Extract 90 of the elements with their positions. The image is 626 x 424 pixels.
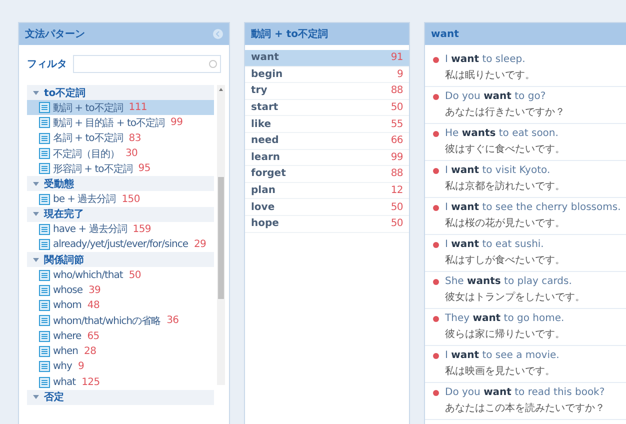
list-icon: [39, 330, 50, 342]
tree-item[interactable]: why 9: [27, 359, 214, 374]
clear-icon[interactable]: [209, 60, 217, 68]
panel-title: 動詞 + to不定詞: [251, 27, 328, 41]
verb-row[interactable]: love 50: [245, 199, 409, 216]
tree-item[interactable]: 不定詞（目的） 30: [27, 146, 214, 162]
japanese-translation: 私はすしが食べたいです。: [445, 254, 565, 267]
english-sentence: Do you want to read this book?: [445, 387, 605, 398]
tree-item[interactable]: who/which/that 50: [27, 267, 214, 283]
tree-item[interactable]: be + 過去分詞 150: [27, 191, 214, 207]
tree-group[interactable]: 否定: [27, 390, 214, 405]
tree-item[interactable]: whom/that/whichの省略 36: [27, 313, 214, 329]
list-icon: [39, 117, 50, 128]
tree-item[interactable]: 動詞 + 目的語 + to不定詞 99: [27, 115, 214, 131]
tree-item[interactable]: 名詞 + to不定詞 83: [27, 130, 214, 146]
list-icon: [39, 300, 50, 312]
list-icon: [39, 194, 50, 205]
scrollbar[interactable]: [217, 85, 225, 385]
tree-item[interactable]: where 65: [27, 328, 214, 344]
japanese-translation: 彼はすぐに食べたいです。: [445, 142, 565, 156]
tree-group[interactable]: to不定詞: [27, 85, 214, 100]
bullet-icon: [433, 131, 439, 137]
filter-field[interactable]: [73, 55, 221, 73]
japanese-translation: 私は眠りたいです。: [445, 69, 535, 82]
verb-row[interactable]: want 91: [245, 50, 409, 67]
expanded-icon[interactable]: [33, 180, 39, 187]
tree-group[interactable]: 受動態: [27, 176, 214, 192]
japanese-translation: 私は桜の花が見たいです。: [445, 216, 566, 230]
list-icon: [39, 163, 50, 174]
tree-item[interactable]: 動詞 + to不定詞 111: [27, 100, 214, 116]
expanded-icon[interactable]: [33, 211, 39, 218]
english-sentence: Do you want to go?: [445, 91, 547, 102]
verb-row[interactable]: learn 99: [245, 150, 409, 166]
bullet-icon: [433, 168, 439, 174]
list-icon: [39, 239, 50, 250]
expanded-icon[interactable]: [33, 90, 39, 96]
verb-row[interactable]: need 66: [245, 132, 409, 150]
verb-row[interactable]: forget 88: [245, 166, 409, 183]
tree-item[interactable]: 形容詞 + to不定詞 95: [27, 161, 214, 176]
list-icon: [39, 224, 50, 235]
japanese-translation: あなたはこの本を読みたいですか？: [445, 402, 605, 415]
japanese-translation: 私は京都を訪れたいです。: [445, 180, 565, 193]
tree-item[interactable]: already/yet/just/ever/for/since 29: [27, 237, 214, 252]
expanded-icon[interactable]: [33, 394, 39, 400]
english-sentence: I want to see the cherry blossoms.: [445, 202, 621, 213]
tree-item[interactable]: what 125: [27, 374, 214, 390]
tree-item[interactable]: have + 過去分詞 159: [27, 222, 214, 238]
english-sentence: He wants to eat soon.: [445, 128, 560, 139]
bullet-icon: [433, 57, 439, 63]
filter-label: フィルタ: [27, 58, 67, 71]
english-sentence: I want to sleep.: [445, 54, 526, 65]
verb-row[interactable]: try 88: [245, 83, 409, 100]
bullet-icon: [433, 390, 439, 396]
list-icon: [39, 284, 50, 296]
verb-row[interactable]: plan 12: [245, 182, 409, 200]
bullet-icon: [433, 353, 439, 359]
bullet-icon: [433, 242, 439, 248]
english-sentence: They want to go home.: [445, 313, 565, 324]
tree-item[interactable]: when 28: [27, 344, 214, 360]
tree-group[interactable]: 現在完了: [27, 206, 214, 222]
list-icon: [39, 148, 50, 160]
english-sentence: I want to eat sushi.: [445, 239, 545, 250]
panel-title: want: [431, 28, 459, 40]
verb-row[interactable]: like 55: [245, 116, 409, 133]
list-icon: [39, 361, 50, 372]
bullet-icon: [433, 205, 439, 211]
verb-row[interactable]: start 50: [245, 100, 409, 116]
bullet-icon: [433, 279, 439, 285]
japanese-translation: 彼女はトランプをしたいです。: [445, 290, 585, 304]
list-icon: [39, 376, 50, 388]
japanese-translation: あなたは行きたいですか？: [445, 106, 565, 119]
tree-group[interactable]: 関係詞節: [27, 252, 214, 268]
japanese-translation: 私は映画を見たいです。: [445, 364, 556, 378]
japanese-translation: 彼らは家に帰りたいです。: [445, 328, 565, 341]
list-icon: [39, 346, 50, 357]
verb-row[interactable]: hope 50: [245, 216, 409, 233]
panel-title: 文法パターン: [25, 28, 85, 41]
list-icon: [39, 102, 50, 114]
tree-item[interactable]: whom 48: [27, 298, 214, 314]
expanded-icon[interactable]: [33, 256, 39, 263]
tree-item[interactable]: whose 39: [27, 282, 214, 298]
english-sentence: She wants to play cards.: [445, 276, 573, 287]
list-icon: [39, 132, 50, 144]
english-sentence: I want to see a movie.: [445, 350, 560, 361]
list-icon: [39, 315, 50, 326]
english-sentence: I want to visit Kyoto.: [445, 165, 552, 176]
bullet-icon: [433, 316, 439, 322]
bullet-icon: [433, 94, 439, 100]
verb-row[interactable]: begin 9: [245, 66, 409, 84]
list-icon: [39, 270, 50, 281]
